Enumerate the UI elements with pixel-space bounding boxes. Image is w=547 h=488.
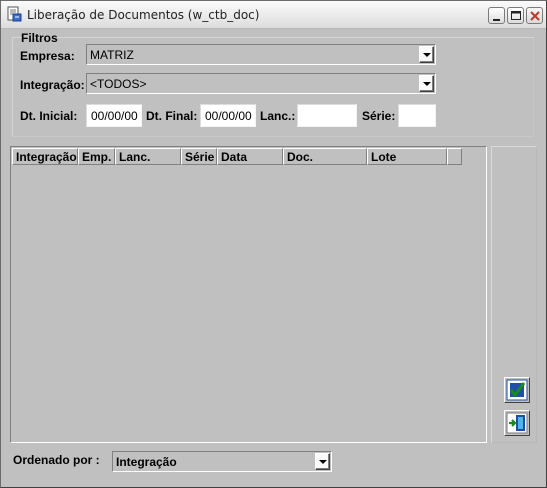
minimize-icon bbox=[493, 19, 500, 21]
window-client-area: Filtros Empresa: MATRIZ Integração: <TOD… bbox=[2, 30, 545, 487]
document-app-icon[interactable] bbox=[6, 6, 22, 22]
order-by-value: Integração bbox=[116, 455, 177, 469]
minimize-button[interactable] bbox=[488, 7, 505, 24]
column-header-filler bbox=[447, 148, 462, 165]
column-header-data[interactable]: Data bbox=[217, 148, 283, 165]
lanc-label: Lanc.: bbox=[260, 109, 296, 123]
order-by-label: Ordenado por : bbox=[13, 453, 100, 467]
order-by-dropdown[interactable]: Integração bbox=[112, 451, 332, 472]
integracao-dropdown[interactable]: <TODOS> bbox=[86, 73, 436, 94]
dt-inicial-field[interactable]: 00/00/00 bbox=[86, 104, 142, 127]
dt-final-label: Dt. Final: bbox=[146, 109, 198, 123]
maximize-button[interactable] bbox=[507, 7, 524, 24]
empresa-label: Empresa: bbox=[20, 49, 75, 63]
exit-button[interactable] bbox=[504, 410, 530, 436]
dt-inicial-label: Dt. Inicial: bbox=[20, 109, 78, 123]
close-icon bbox=[530, 11, 540, 21]
confirm-check-icon bbox=[506, 379, 528, 401]
main-window: Liberação de Documentos (w_ctb_doc) Filt… bbox=[0, 0, 547, 488]
chevron-down-icon[interactable] bbox=[315, 453, 330, 470]
window-title: Liberação de Documentos (w_ctb_doc) bbox=[27, 8, 260, 22]
column-header-lote[interactable]: Lote bbox=[367, 148, 447, 165]
serie-label: Série: bbox=[362, 109, 396, 123]
grid-header: Integração Emp. Lanc. Série Data Doc. Lo… bbox=[12, 148, 462, 165]
chevron-down-icon[interactable] bbox=[419, 46, 434, 63]
exit-door-icon bbox=[506, 412, 528, 434]
chevron-down-icon[interactable] bbox=[419, 75, 434, 92]
column-header-lanc[interactable]: Lanc. bbox=[115, 148, 181, 165]
integracao-label: Integração: bbox=[20, 78, 85, 92]
column-header-serie[interactable]: Série bbox=[181, 148, 217, 165]
filters-group-label: Filtros bbox=[21, 31, 58, 45]
confirm-button[interactable] bbox=[504, 377, 530, 403]
documents-grid[interactable]: Integração Emp. Lanc. Série Data Doc. Lo… bbox=[10, 146, 487, 443]
empresa-value: MATRIZ bbox=[90, 48, 134, 62]
serie-field[interactable] bbox=[398, 104, 436, 127]
empresa-dropdown[interactable]: MATRIZ bbox=[86, 44, 436, 65]
integracao-value: <TODOS> bbox=[90, 77, 147, 91]
lanc-field[interactable] bbox=[297, 104, 357, 127]
dt-final-field[interactable]: 00/00/00 bbox=[200, 104, 256, 127]
column-header-integracao[interactable]: Integração bbox=[12, 148, 78, 165]
maximize-icon bbox=[511, 11, 521, 20]
column-header-emp[interactable]: Emp. bbox=[78, 148, 115, 165]
action-buttons-panel bbox=[491, 146, 537, 443]
column-header-doc[interactable]: Doc. bbox=[283, 148, 367, 165]
close-button[interactable] bbox=[526, 7, 543, 24]
title-bar[interactable]: Liberação de Documentos (w_ctb_doc) bbox=[1, 1, 546, 29]
